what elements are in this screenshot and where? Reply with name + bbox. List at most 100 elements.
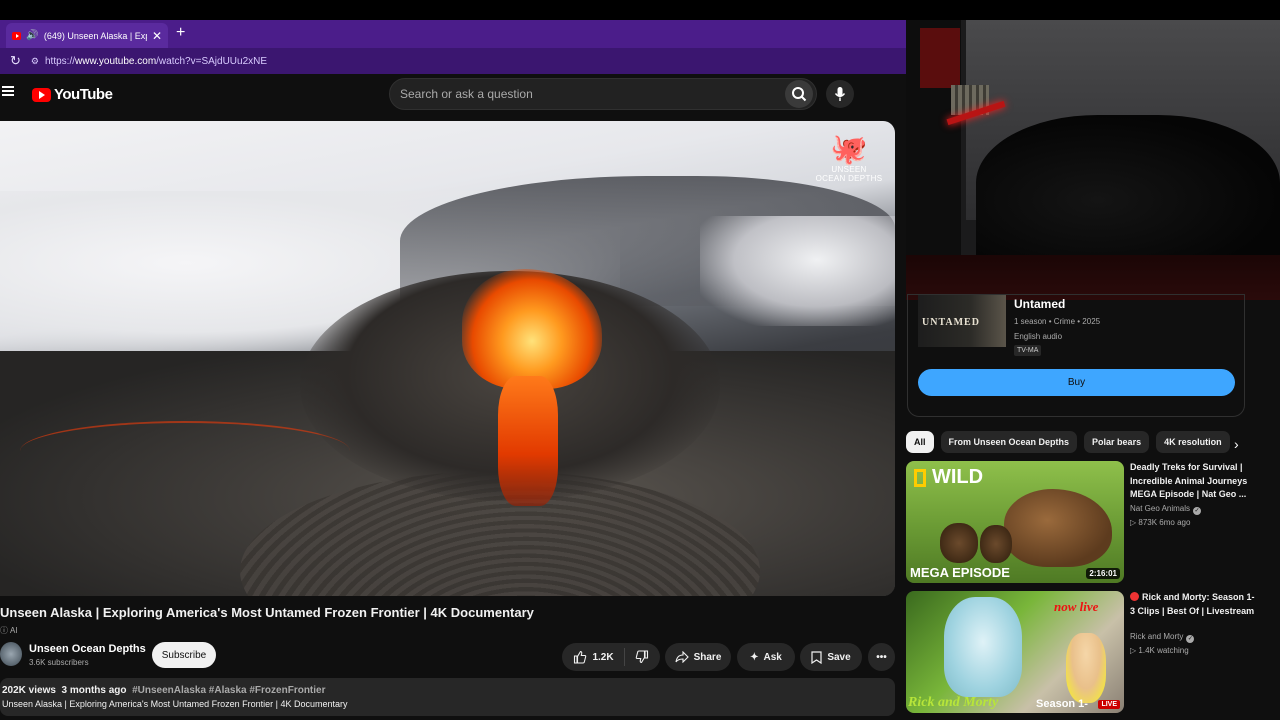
browser-window: 🔊 (649) Unseen Alaska | Exploring Americ…	[0, 20, 906, 720]
verified-icon: ✓	[1186, 635, 1195, 643]
movie-thumbnail[interactable]: UNTAMED	[918, 295, 1006, 347]
movie-meta: 1 season • Crime • 2025	[1014, 317, 1101, 326]
rec-title[interactable]: Deadly Treks for Survival | Incredible A…	[1130, 461, 1256, 502]
like-divider	[623, 648, 625, 666]
description-meta: 202K views 3 months ago #UnseenAlaska #A…	[2, 685, 893, 696]
description-text: Unseen Alaska | Exploring America's Most…	[2, 699, 348, 709]
movie-rating-badge: TV-MA	[1014, 345, 1042, 356]
thumbs-down-icon[interactable]	[635, 650, 649, 664]
search-button[interactable]	[785, 80, 813, 108]
rec-channel-name: Nat Geo Animals	[1130, 504, 1191, 513]
play-icon: ▷	[1130, 518, 1137, 527]
top-black-bar	[0, 0, 1280, 20]
video-thumbnail[interactable]: now live Rick and Morty Season 1- LIVE	[906, 591, 1124, 713]
url-prefix: https://	[44, 55, 75, 67]
video-thumbnail[interactable]: WILD MEGA EPISODE 2:16:01	[906, 461, 1124, 583]
url-host: www.youtube.com	[75, 55, 157, 67]
video-player[interactable]: 🐙 UNSEEN OCEAN DEPTHS	[0, 121, 895, 596]
search-input[interactable]: Search or ask a question	[400, 87, 785, 101]
octopus-logo-icon: 🐙	[830, 133, 868, 166]
watermark-text-line1: UNSEEN	[831, 165, 867, 174]
movie-audio: English audio	[1014, 332, 1063, 341]
movie-thumbnail-text: UNTAMED	[922, 317, 980, 328]
microphone-icon	[834, 87, 846, 101]
webcam-overlay	[906, 20, 1280, 300]
like-count[interactable]: 1.2K	[592, 652, 613, 663]
rec-title[interactable]: Rick and Morty: Season 1-3 Clips | Best …	[1130, 591, 1256, 618]
more-actions-button[interactable]: •••	[868, 643, 895, 671]
channel-watermark[interactable]: 🐙 UNSEEN OCEAN DEPTHS	[813, 133, 885, 184]
address-bar: ↻ ⚙ https://www.youtube.com/watch?v=SAjd…	[0, 48, 906, 74]
new-tab-icon[interactable]: +	[176, 24, 185, 42]
youtube-header: YouTube Search or ask a question	[0, 74, 906, 118]
youtube-play-logo-icon	[32, 87, 51, 102]
hashtags[interactable]: #UnseenAlaska #Alaska #FrozenFrontier	[132, 685, 325, 696]
rec-stats-text: 873K 6mo ago	[1138, 518, 1191, 527]
webcam-poster	[920, 28, 960, 88]
ask-label: Ask	[763, 651, 782, 663]
upload-age: 3 months ago	[61, 685, 127, 696]
youtube-logo[interactable]: YouTube	[32, 86, 113, 103]
tab-strip: 🔊 (649) Unseen Alaska | Exploring Americ…	[0, 20, 906, 48]
buy-button[interactable]: Buy	[918, 369, 1235, 396]
thumbnail-cub	[940, 523, 978, 563]
share-button[interactable]: Share	[665, 643, 731, 671]
youtube-favicon-icon	[12, 31, 22, 40]
more-dots-icon: •••	[876, 651, 887, 663]
rec-stats: ▷ 1.4K watching	[1130, 646, 1189, 655]
save-button[interactable]: Save	[800, 643, 862, 671]
thumbnail-cub	[980, 525, 1012, 563]
ai-label: AI	[10, 626, 18, 635]
close-tab-icon[interactable]: ✕	[152, 29, 162, 43]
rec-channel[interactable]: Rick and Morty ✓	[1130, 632, 1195, 643]
verified-icon: ✓	[1193, 507, 1202, 515]
rec-title-text: Rick and Morty: Season 1-3 Clips | Best …	[1130, 592, 1255, 616]
thumbnail-text-wild: WILD	[932, 466, 984, 488]
thumbs-up-icon[interactable]	[573, 650, 587, 664]
filter-chips: All From Unseen Ocean Depths Polar bears…	[906, 431, 1280, 453]
thumbnail-rick	[944, 597, 1022, 697]
subscribe-button[interactable]: Subscribe	[152, 642, 216, 668]
recommendations-sidebar: UNTAMED Untamed 1 season • Crime • 2025 …	[906, 294, 1280, 720]
chip-polar-bears[interactable]: Polar bears	[1084, 431, 1150, 453]
list-item[interactable]: now live Rick and Morty Season 1- LIVE R…	[906, 591, 1280, 713]
ai-info-icon: ⓘ	[0, 626, 8, 635]
rec-channel[interactable]: Nat Geo Animals ✓	[1130, 504, 1202, 515]
share-icon	[675, 651, 689, 663]
chevron-right-icon[interactable]: ›	[1234, 436, 1239, 452]
movie-title[interactable]: Untamed	[1014, 297, 1065, 311]
chip-4k-resolution[interactable]: 4K resolution	[1156, 431, 1230, 453]
sparkle-icon: ✦	[750, 651, 759, 663]
rec-channel-name: Rick and Morty	[1130, 632, 1184, 641]
rec-stats-text: 1.4K watching	[1138, 646, 1189, 655]
ask-button[interactable]: ✦ Ask	[737, 643, 795, 671]
movie-offer-card: UNTAMED Untamed 1 season • Crime • 2025 …	[907, 294, 1245, 417]
ai-badge: ⓘ AI	[0, 625, 18, 636]
reload-icon[interactable]: ↻	[10, 53, 21, 69]
description-box[interactable]: 202K views 3 months ago #UnseenAlaska #A…	[0, 678, 895, 716]
view-count: 202K views	[2, 685, 56, 696]
duration-badge: 2:16:01	[1086, 568, 1120, 579]
channel-avatar[interactable]	[0, 642, 22, 666]
search-icon	[792, 87, 807, 102]
share-label: Share	[693, 651, 722, 663]
list-item[interactable]: WILD MEGA EPISODE 2:16:01 Deadly Treks f…	[906, 461, 1280, 583]
video-frame-lava-flow	[498, 376, 558, 506]
chip-all[interactable]: All	[906, 431, 934, 453]
search-box[interactable]: Search or ask a question	[389, 78, 817, 110]
bookmark-icon	[811, 650, 822, 664]
audio-playing-icon[interactable]: 🔊	[26, 30, 38, 41]
browser-tab[interactable]: 🔊 (649) Unseen Alaska | Exploring Americ…	[6, 23, 168, 48]
channel-name[interactable]: Unseen Ocean Depths	[29, 643, 146, 655]
voice-search-button[interactable]	[826, 80, 854, 108]
site-info-icon[interactable]: ⚙	[31, 56, 39, 67]
thumbnail-text-mega: MEGA EPISODE	[910, 565, 1010, 580]
subscriber-count: 3.6K subscribers	[29, 658, 89, 667]
watermark-text-line2: OCEAN DEPTHS	[815, 174, 883, 183]
video-title: Unseen Alaska | Exploring America's Most…	[0, 605, 534, 620]
video-frame-lava-cracks	[20, 421, 350, 481]
url-field[interactable]: ⚙ https://www.youtube.com/watch?v=SAjdUU…	[31, 56, 267, 67]
hamburger-menu-icon[interactable]	[2, 86, 14, 96]
video-frame-snow-right	[700, 216, 895, 326]
chip-from-channel[interactable]: From Unseen Ocean Depths	[940, 431, 1078, 453]
